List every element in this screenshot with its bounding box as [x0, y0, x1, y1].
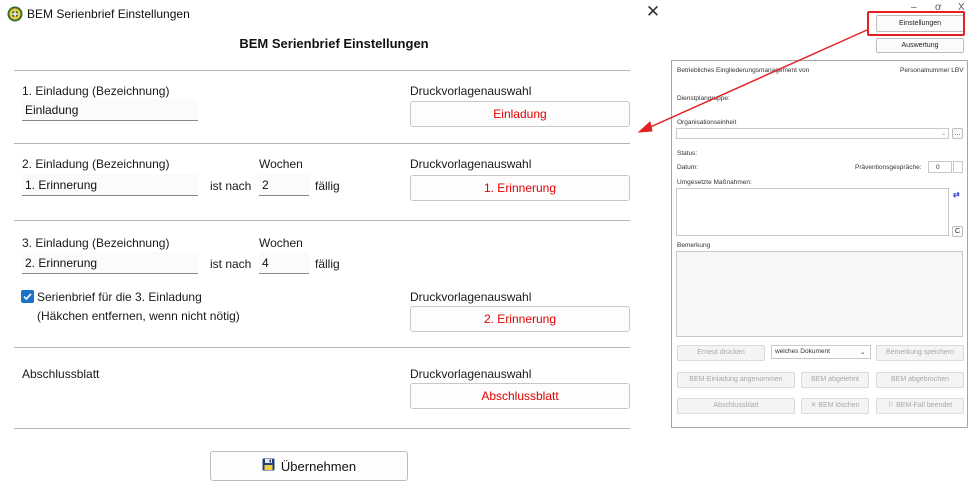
evaluation-button[interactable]: Auswertung: [876, 38, 964, 53]
divider: [14, 347, 630, 348]
delete-bem-label: BEM löschen: [818, 402, 860, 409]
dialog-heading: BEM Serienbrief Einstellungen: [239, 36, 429, 51]
highlight-box: [867, 11, 965, 36]
weeks-label: Wochen: [259, 236, 303, 250]
stepper-arrows-icon[interactable]: [953, 161, 963, 173]
after-label: ist nach: [210, 179, 252, 193]
checkbox-hint: (Häkchen entfernen, wenn nicht nötig): [37, 309, 240, 323]
window-title: BEM Serienbrief Einstellungen: [27, 7, 190, 21]
template-button-reminder2[interactable]: 2. Erinnerung: [410, 306, 630, 332]
floppy-disk-icon: [262, 458, 275, 474]
chevron-down-icon: ⌄: [860, 349, 866, 356]
remark-label: Bemerkung: [677, 242, 711, 249]
template-button-invitation[interactable]: Einladung: [410, 101, 630, 127]
template-select-label: Druckvorlagenauswahl: [410, 157, 532, 171]
due-label: fällig: [315, 179, 340, 193]
divider: [14, 220, 630, 221]
measures-textarea[interactable]: [676, 188, 949, 236]
close-icon: ✕: [810, 402, 817, 409]
template-select-label: Druckvorlagenauswahl: [410, 290, 532, 304]
invitation1-label: 1. Einladung (Bezeichnung): [22, 84, 170, 98]
checkmark-icon: [23, 293, 32, 301]
close-icon[interactable]: ✕: [643, 2, 663, 22]
reprint-button[interactable]: Erneut drucken: [677, 345, 765, 361]
header-right-text: Personalnummer LBV: [900, 67, 964, 74]
invitation2-name-input[interactable]: [22, 174, 198, 196]
side-button-c[interactable]: C: [952, 226, 963, 237]
bem-aborted-button[interactable]: BEM abgebrochen: [876, 372, 964, 388]
duty-group-label: Dienstplangruppe:: [677, 95, 730, 102]
bem-rejected-button[interactable]: BEM abgelehnt: [801, 372, 869, 388]
template-button-reminder1[interactable]: 1. Erinnerung: [410, 175, 630, 201]
weeks-label: Wochen: [259, 157, 303, 171]
weeks2-input[interactable]: [259, 174, 309, 196]
status-label: Status:: [677, 150, 698, 157]
remark-textarea[interactable]: [676, 251, 963, 337]
save-remark-button[interactable]: Bemerkung speichern: [876, 345, 964, 361]
due-label: fällig: [315, 257, 340, 271]
serial-letter-checkbox-label[interactable]: Serienbrief für die 3. Einladung: [37, 290, 202, 304]
final-sheet-button[interactable]: Abschlussblatt: [677, 398, 795, 414]
org-unit-browse-button[interactable]: ...: [952, 128, 963, 139]
serial-letter-checkbox[interactable]: [21, 290, 34, 303]
template-button-final-sheet[interactable]: Abschlussblatt: [410, 383, 630, 409]
sort-icon[interactable]: ⇄: [953, 190, 960, 199]
invitation2-label: 2. Einladung (Bezeichnung): [22, 157, 170, 171]
measures-label: Umgesetzte Maßnahmen:: [677, 179, 752, 186]
divider: [14, 70, 630, 71]
header-left-text: Betriebliches Eingliederungsmanagement v…: [677, 67, 810, 74]
weeks3-input[interactable]: [259, 252, 309, 274]
document-select-value: welches Dokument: [775, 348, 830, 355]
prevention-stepper[interactable]: 0: [928, 161, 952, 173]
invitation1-name-input[interactable]: [22, 99, 198, 121]
prevention-value: 0: [936, 164, 940, 171]
org-unit-label: Organisationseinheit: [677, 119, 737, 126]
case-finished-button[interactable]: ⚐ BEM-Fall beendet: [876, 398, 964, 414]
flag-icon: ⚐: [887, 402, 895, 409]
apply-button-label: Übernehmen: [280, 458, 357, 474]
divider: [14, 143, 630, 144]
date-label: Datum:: [677, 164, 698, 171]
app-logo-icon: [7, 6, 23, 22]
apply-button[interactable]: Übernehmen: [210, 451, 408, 481]
final-sheet-label: Abschlussblatt: [22, 367, 100, 381]
template-select-label: Druckvorlagenauswahl: [410, 84, 532, 98]
settings-dialog: BEM Serienbrief Einstellungen ✕ BEM Seri…: [0, 0, 668, 499]
document-select[interactable]: welches Dokument ⌄: [771, 345, 871, 359]
title-bar: BEM Serienbrief Einstellungen ✕: [0, 0, 668, 28]
delete-bem-button[interactable]: ✕ BEM löschen: [801, 398, 869, 414]
invitation3-name-input[interactable]: [22, 252, 198, 274]
divider: [14, 428, 630, 429]
after-label: ist nach: [210, 257, 252, 271]
invitation3-label: 3. Einladung (Bezeichnung): [22, 236, 170, 250]
prevention-label: Präventionsgespräche:: [855, 164, 922, 171]
case-finished-label: BEM-Fall beendet: [896, 402, 953, 409]
chevron-down-icon: ⌄: [941, 130, 947, 137]
org-unit-select[interactable]: [676, 128, 949, 139]
invitation-accepted-button[interactable]: BEM-Einladung angenommen: [677, 372, 795, 388]
template-select-label: Druckvorlagenauswahl: [410, 367, 532, 381]
